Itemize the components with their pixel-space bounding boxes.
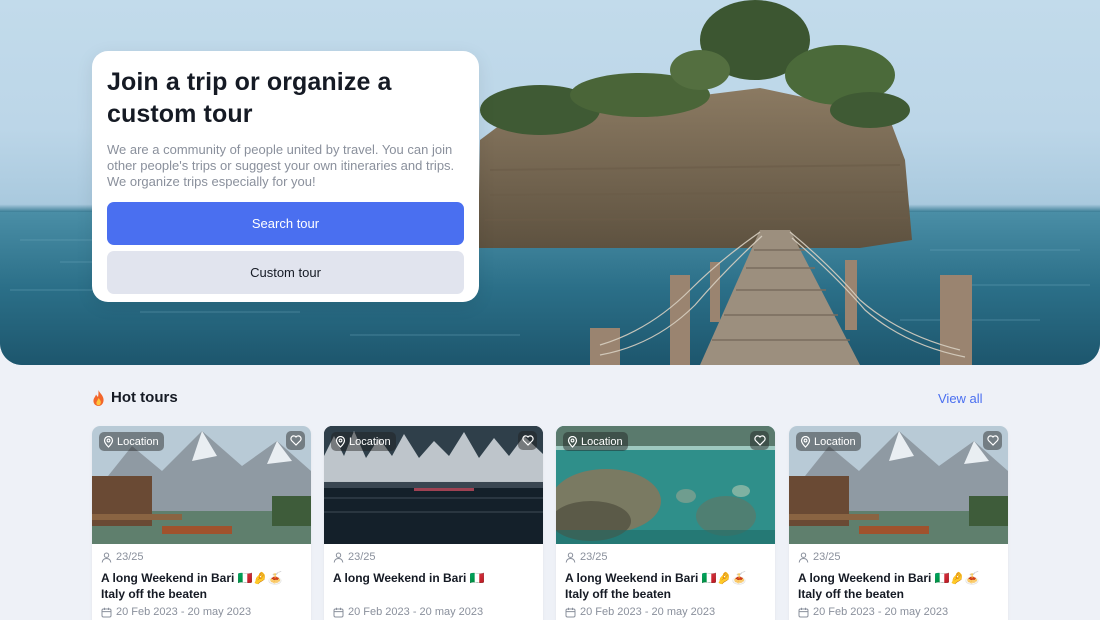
calendar-icon [101,607,112,617]
location-pin-icon [103,435,114,448]
view-all-link[interactable]: View all [938,391,983,406]
location-pin-icon [335,435,346,448]
calendar-icon [333,607,344,617]
fire-icon [93,389,104,406]
tour-title[interactable]: A long Weekend in Bari 🇮🇹🤌🍝 Italy off th… [798,570,999,602]
seats-count: 23/25 [798,550,999,564]
tour-image: Location [92,426,311,544]
tour-title[interactable]: A long Weekend in Bari 🇮🇹🤌🍝 Italy off th… [565,570,766,602]
location-badge[interactable]: Location [796,432,861,451]
heart-icon [986,435,999,446]
seats-count: 23/25 [565,550,766,564]
tour-title[interactable]: A long Weekend in Bari 🇮🇹🤌🍝 Italy off th… [101,570,302,602]
tour-image: Location [556,426,775,544]
tour-card[interactable]: Location 23/25 A long Weekend in Bari 🇮🇹… [556,426,775,620]
search-tour-button[interactable]: Search tour [107,202,464,245]
hero-card: Join a trip or organize a custom tour We… [92,51,479,302]
calendar-icon [565,607,576,617]
favorite-button[interactable] [518,431,537,450]
tour-dates: 20 Feb 2023 - 20 may 2023 [798,606,999,618]
user-icon [333,552,344,563]
tour-title[interactable]: A long Weekend in Bari 🇮🇹 [333,570,534,602]
hero-description: We are a community of people united by t… [107,142,455,189]
seats-count: 23/25 [101,550,302,564]
heart-icon [289,435,302,446]
favorite-button[interactable] [983,431,1002,450]
heart-icon [521,435,534,446]
tour-card[interactable]: Location 23/25 A long Weekend in Bari 🇮🇹… [92,426,311,620]
tour-dates: 20 Feb 2023 - 20 may 2023 [565,606,766,618]
tour-card[interactable]: Location 23/25 A long Weekend in Bari 🇮🇹… [324,426,543,620]
favorite-button[interactable] [286,431,305,450]
hero-banner: Join a trip or organize a custom tour We… [0,0,1100,365]
hero-title: Join a trip or organize a custom tour [107,68,392,128]
favorite-button[interactable] [750,431,769,450]
calendar-icon [798,607,809,617]
location-badge[interactable]: Location [99,432,164,451]
hot-tours-title: Hot tours [111,389,178,406]
user-icon [101,552,112,563]
hot-tours-heading: Hot tours [92,389,178,406]
location-label: Location [814,435,856,448]
heart-icon [753,435,766,446]
location-badge[interactable]: Location [563,432,628,451]
tour-card[interactable]: Location 23/25 A long Weekend in Bari 🇮🇹… [789,426,1008,620]
custom-tour-button[interactable]: Custom tour [107,251,464,294]
location-pin-icon [567,435,578,448]
tour-image: Location [324,426,543,544]
tour-image: Location [789,426,1008,544]
location-pin-icon [800,435,811,448]
location-label: Location [349,435,391,448]
tour-dates: 20 Feb 2023 - 20 may 2023 [333,606,534,618]
location-label: Location [117,435,159,448]
location-badge[interactable]: Location [331,432,396,451]
location-label: Location [581,435,623,448]
user-icon [565,552,576,563]
tour-dates: 20 Feb 2023 - 20 may 2023 [101,606,302,618]
seats-count: 23/25 [333,550,534,564]
user-icon [798,552,809,563]
